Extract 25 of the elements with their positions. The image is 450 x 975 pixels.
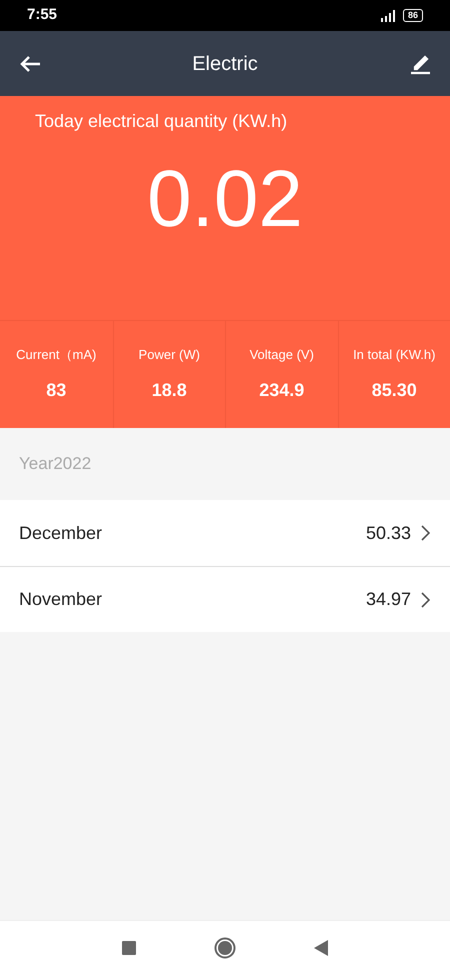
stat-value: 18.8 — [152, 378, 187, 402]
month-row[interactable]: November 34.97 — [0, 566, 450, 632]
month-row[interactable]: December 50.33 — [0, 500, 450, 566]
month-value: 34.97 — [366, 588, 411, 611]
chevron-icon — [421, 525, 430, 541]
status-time: 7:55 — [27, 5, 58, 26]
stat-value: 234.9 — [259, 378, 304, 402]
stat-label: Current（mA) — [16, 346, 96, 364]
stat-value: 83 — [46, 378, 66, 402]
month-name: December — [19, 522, 102, 544]
stat-label: Voltage (V) — [250, 346, 314, 364]
signal-icon — [378, 10, 397, 22]
chevron-icon — [421, 592, 430, 608]
page-title: Electric — [192, 52, 258, 76]
today-label: Today electrical quantity (KW.h) — [34, 110, 288, 133]
year-heading: Year2022 — [19, 453, 92, 476]
today-value: 0.02 — [146, 159, 304, 239]
stat-label: Power (W) — [138, 346, 200, 364]
stat-label: In total (KW.h) — [353, 346, 436, 364]
home-icon[interactable] — [214, 937, 236, 959]
month-name: November — [19, 588, 102, 611]
month-value: 50.33 — [366, 522, 411, 544]
battery-indicator: 86 — [402, 9, 423, 22]
stat-value: 85.30 — [372, 378, 417, 402]
back-nav-icon[interactable] — [314, 940, 328, 956]
